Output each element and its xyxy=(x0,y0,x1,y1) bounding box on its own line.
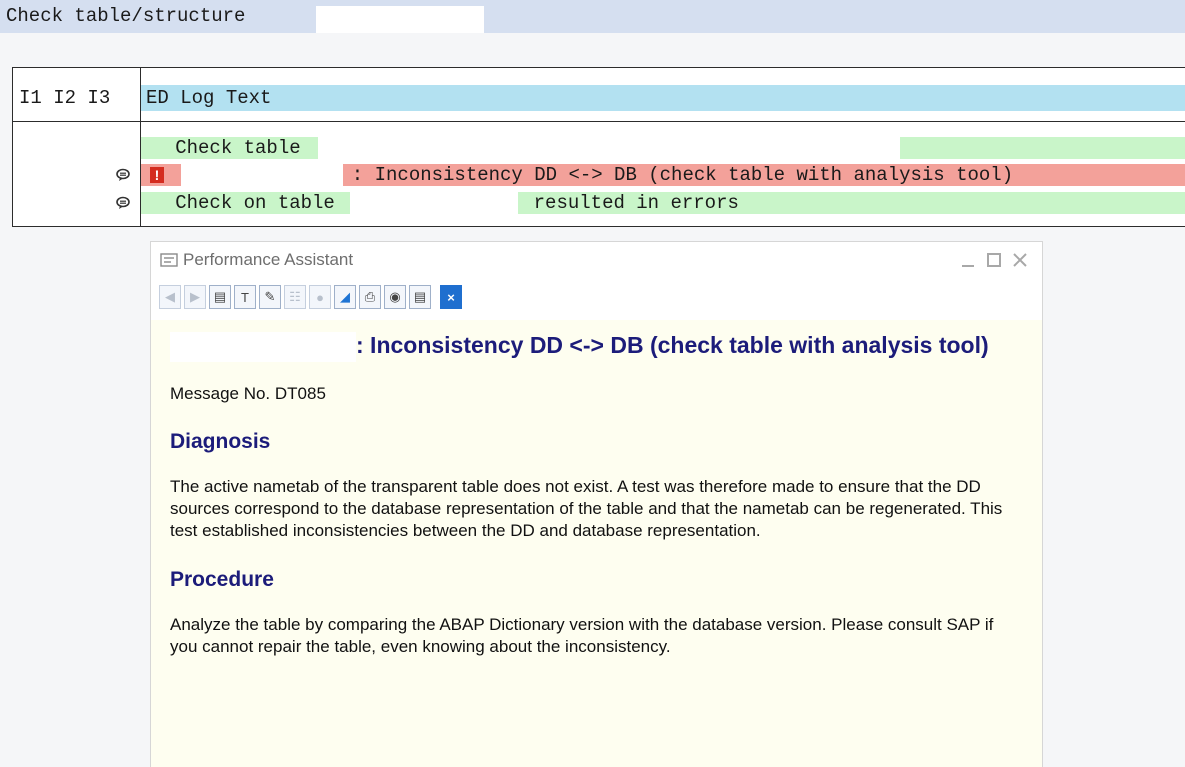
message-title: : Inconsistency DD <-> DB (check table w… xyxy=(170,330,1020,362)
diagnosis-heading: Diagnosis xyxy=(170,429,271,453)
procedure-heading: Procedure xyxy=(170,567,274,591)
redacted-text xyxy=(181,164,343,186)
procedure-text: Analyze the table by comparing the ABAP … xyxy=(170,614,994,656)
table-row[interactable]: ! : Inconsistency DD <-> DB (check table… xyxy=(13,164,1185,186)
dialog-content: : Inconsistency DD <-> DB (check table w… xyxy=(170,330,1020,658)
document-button[interactable]: ▤ xyxy=(409,285,431,309)
diagnosis-text: The active nametab of the transparent ta… xyxy=(170,476,1003,540)
log-table: I1 I2 I3 ED Log Text Check table ! : Inc… xyxy=(12,67,1185,227)
bookmark-button[interactable]: ◢ xyxy=(334,285,356,309)
maximize-icon[interactable] xyxy=(986,252,1002,268)
dialog-title-bar: Performance Assistant xyxy=(160,250,353,270)
log-text: Check table xyxy=(141,137,301,159)
edit-document-button[interactable]: ✎ xyxy=(259,285,281,309)
minimize-icon[interactable] xyxy=(960,252,976,268)
message-number: Message No. DT085 xyxy=(170,383,326,403)
forward-button[interactable]: ▶ xyxy=(184,285,206,309)
indicator-cell xyxy=(19,192,136,214)
column-header-log-text: ED Log Text xyxy=(141,85,1185,111)
redacted-text xyxy=(350,192,519,214)
log-text-cell-error: ! : Inconsistency DD <-> DB (check table… xyxy=(141,164,1185,186)
window-controls xyxy=(960,252,1028,268)
message-icon[interactable] xyxy=(115,195,131,211)
log-text-cell: Check table xyxy=(141,137,1185,159)
find-button[interactable]: ◉ xyxy=(384,285,406,309)
log-text: Check on table xyxy=(141,192,335,214)
redacted-text xyxy=(170,331,356,362)
header-divider xyxy=(13,121,1185,122)
redacted-text xyxy=(318,137,901,159)
user-settings-button[interactable]: ● xyxy=(309,285,331,309)
table-name-field[interactable] xyxy=(316,6,484,33)
dialog-toolbar: ◀ ▶ ▤ T ✎ ☷ ● ◢ ⎙ ◉ ▤ × xyxy=(159,285,462,309)
close-icon[interactable] xyxy=(1012,252,1028,268)
performance-assistant-dialog: Performance Assistant ◀ ▶ ▤ T ✎ ☷ ● ◢ ⎙ … xyxy=(150,241,1043,767)
table-row[interactable]: Check table xyxy=(13,137,1185,159)
indicator-cell xyxy=(19,137,136,159)
print-button[interactable]: ⎙ xyxy=(359,285,381,309)
log-text: : Inconsistency DD <-> DB (check table w… xyxy=(329,164,1014,186)
technical-info-button[interactable]: T xyxy=(234,285,256,309)
error-icon: ! xyxy=(150,167,164,183)
help-book-button[interactable]: ▤ xyxy=(209,285,231,309)
back-button[interactable]: ◀ xyxy=(159,285,181,309)
table-row[interactable]: Check on table resulted in errors xyxy=(13,192,1185,214)
compare-button[interactable]: ☷ xyxy=(284,285,306,309)
column-header-indicators: I1 I2 I3 xyxy=(13,85,140,111)
indicator-cell xyxy=(19,164,136,186)
message-icon[interactable] xyxy=(115,167,131,183)
close-button[interactable]: × xyxy=(440,285,462,309)
title-bar: Check table/structure xyxy=(0,0,1185,33)
performance-assistant-icon xyxy=(160,253,178,267)
log-text-cell: Check on table resulted in errors xyxy=(141,192,1185,214)
page-title: Check table/structure xyxy=(6,5,246,27)
message-title-text: : Inconsistency DD <-> DB (check table w… xyxy=(356,332,989,358)
log-text-suffix: resulted in errors xyxy=(533,192,739,214)
dialog-title: Performance Assistant xyxy=(183,250,354,269)
dialog-header: Performance Assistant ◀ ▶ ▤ T ✎ ☷ ● ◢ ⎙ … xyxy=(151,242,1042,320)
